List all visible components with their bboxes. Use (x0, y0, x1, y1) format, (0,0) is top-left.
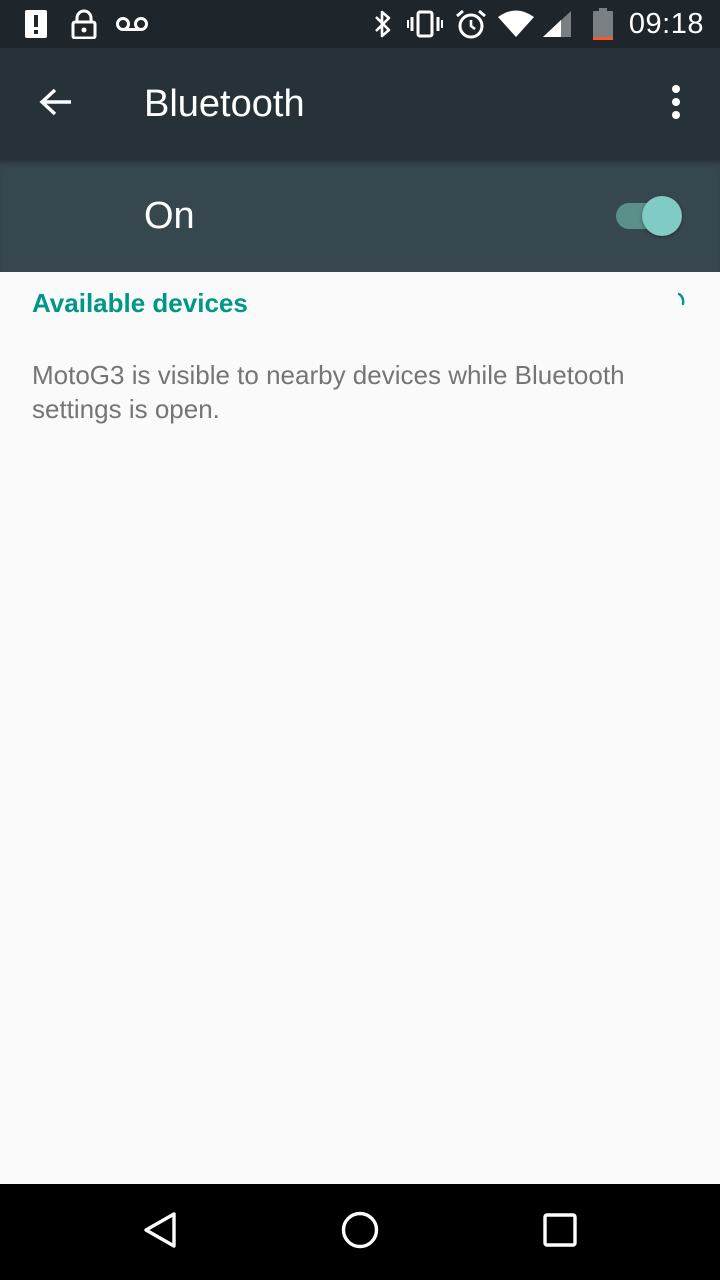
nav-home-button[interactable] (324, 1196, 396, 1268)
content-area: Available devices MotoG3 is visible to n… (0, 272, 720, 1184)
cell-signal-icon (540, 8, 574, 40)
voicemail-icon (114, 8, 150, 40)
recents-square-icon (543, 1212, 577, 1252)
alert-icon (22, 8, 50, 40)
bluetooth-toggle[interactable] (614, 196, 682, 236)
overflow-menu-button[interactable] (640, 68, 712, 140)
wifi-icon (496, 8, 536, 40)
vibrate-icon (406, 8, 444, 40)
nav-recents-button[interactable] (524, 1196, 596, 1268)
navigation-bar (0, 1184, 720, 1280)
switch-label: On (144, 195, 195, 237)
alarm-icon (454, 8, 488, 40)
lock-icon (70, 8, 98, 40)
available-devices-header: Available devices (32, 288, 248, 318)
scanning-progress-icon (676, 292, 688, 306)
home-circle-icon (340, 1210, 380, 1255)
visibility-message: MotoG3 is visible to nearby devices whil… (32, 360, 625, 424)
more-vert-icon (671, 84, 681, 125)
bluetooth-icon (370, 8, 396, 40)
arrow-back-icon (39, 87, 73, 122)
battery-icon (590, 8, 616, 40)
page-title: Bluetooth (144, 83, 305, 125)
app-bar: Bluetooth (0, 48, 720, 160)
nav-back-button[interactable] (124, 1196, 196, 1268)
status-bar: 09:18 (0, 0, 720, 48)
back-triangle-icon (142, 1211, 178, 1254)
toggle-thumb (642, 196, 682, 236)
back-button[interactable] (20, 68, 92, 140)
bluetooth-switch-bar[interactable]: On (0, 160, 720, 272)
status-clock: 09:18 (628, 8, 704, 40)
